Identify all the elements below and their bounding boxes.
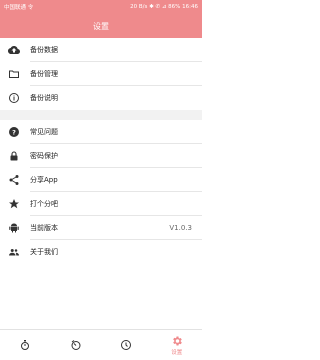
menu-label: 备份管理 — [30, 70, 58, 78]
menu-label: 分享App — [30, 176, 58, 184]
android-icon — [8, 222, 20, 234]
tab-clock[interactable] — [101, 330, 152, 360]
timer-icon — [71, 340, 81, 350]
carrier-label: 中国联通 令 — [4, 5, 34, 11]
star-icon — [8, 198, 20, 210]
tab-label: 设置 — [171, 349, 183, 356]
gear-icon — [172, 336, 182, 345]
status-icons: 20 B/s ✱ ✆ ⊿ 86% 16:46 — [130, 4, 198, 10]
settings-list: 备份数据 备份管理 备份说明 ? 常见问题 密码保护 分享App 打个分吧 当前… — [0, 38, 202, 264]
page-title: 设置 — [93, 21, 109, 31]
lock-icon — [8, 150, 20, 162]
tab-stopwatch[interactable] — [0, 330, 51, 360]
cloud-upload-icon — [8, 44, 20, 56]
tab-timer[interactable] — [51, 330, 102, 360]
bottom-tab-bar: 设置 — [0, 329, 202, 360]
people-icon — [8, 246, 20, 258]
menu-item-about-us[interactable]: 关于我们 — [0, 240, 202, 264]
menu-label: 常见问题 — [30, 128, 58, 136]
menu-label: 备份说明 — [30, 94, 58, 102]
menu-item-password-protection[interactable]: 密码保护 — [0, 144, 202, 168]
status-bar: 中国联通 令 20 B/s ✱ ✆ ⊿ 86% 16:46 — [0, 0, 202, 14]
stopwatch-icon — [21, 340, 30, 350]
menu-item-current-version[interactable]: 当前版本 V1.0.3 — [0, 216, 202, 240]
app-header: 设置 — [0, 14, 202, 38]
clock-icon — [121, 340, 132, 350]
tab-settings[interactable]: 设置 — [152, 330, 203, 360]
share-icon — [8, 174, 20, 186]
menu-label: 备份数据 — [30, 46, 58, 54]
version-value: V1.0.3 — [169, 224, 192, 232]
menu-item-share-app[interactable]: 分享App — [0, 168, 202, 192]
menu-label: 密码保护 — [30, 152, 58, 160]
menu-label: 关于我们 — [30, 248, 58, 256]
menu-label: 当前版本 — [30, 224, 58, 232]
menu-item-backup-instructions[interactable]: 备份说明 — [0, 86, 202, 110]
status-right-text: 20 B/s ✱ ✆ ⊿ 86% 16:46 — [130, 4, 198, 10]
menu-label: 打个分吧 — [30, 200, 58, 208]
section-separator — [0, 110, 202, 120]
help-icon: ? — [8, 126, 20, 138]
menu-item-backup-data[interactable]: 备份数据 — [0, 38, 202, 62]
menu-item-rate-app[interactable]: 打个分吧 — [0, 192, 202, 216]
info-icon — [8, 92, 20, 104]
folder-icon — [8, 68, 20, 80]
menu-item-faq[interactable]: ? 常见问题 — [0, 120, 202, 144]
svg-text:?: ? — [12, 128, 16, 136]
menu-item-backup-management[interactable]: 备份管理 — [0, 62, 202, 86]
